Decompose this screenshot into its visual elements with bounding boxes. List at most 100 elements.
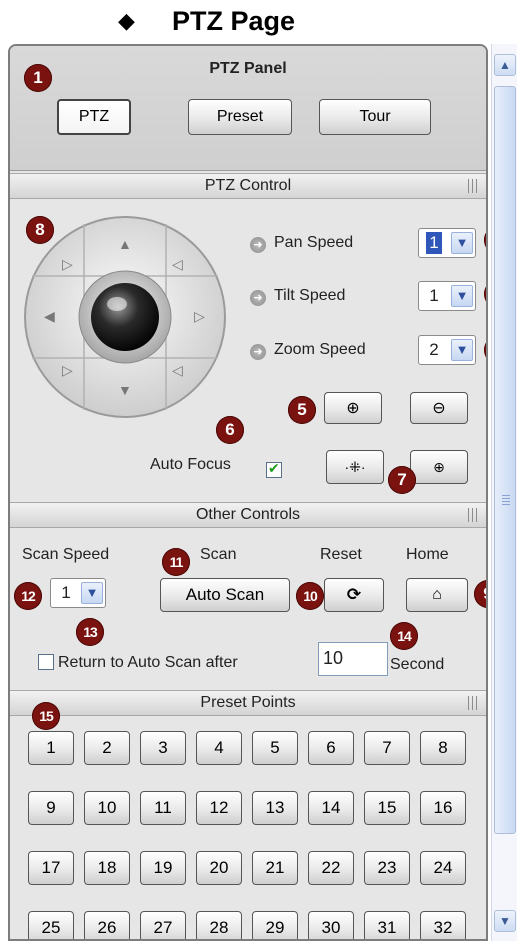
chevron-down-icon[interactable]: ▼ xyxy=(451,232,473,254)
auto-scan-button[interactable]: Auto Scan xyxy=(160,578,290,612)
tab-tour[interactable]: Tour xyxy=(319,99,431,135)
preset-point-button[interactable]: 25 xyxy=(28,911,74,939)
preset-point-button[interactable]: 13 xyxy=(252,791,298,825)
focus-far-icon: ⊕ xyxy=(433,458,445,475)
preset-point-button[interactable]: 10 xyxy=(84,791,130,825)
home-icon: ⌂ xyxy=(432,586,442,603)
callout-marker: 3 xyxy=(484,280,486,308)
collapse-grip-icon[interactable] xyxy=(468,508,480,522)
chevron-down-icon[interactable]: ▼ xyxy=(451,339,473,361)
focus-near-button[interactable]: ·⁜· xyxy=(326,450,384,484)
ptz-control-title: PTZ Control xyxy=(204,177,292,194)
zoom-speed-label: Zoom Speed xyxy=(274,341,366,358)
second-label: Second xyxy=(390,656,445,673)
zoom-out-button[interactable]: ⊖ xyxy=(410,392,468,424)
ptz-control-header[interactable]: PTZ Control xyxy=(10,173,486,199)
scroll-down-icon[interactable]: ▼ xyxy=(494,910,516,932)
scan-speed-value: 1 xyxy=(61,583,71,602)
reset-button[interactable]: ⟳ xyxy=(324,578,384,612)
preset-point-button[interactable]: 28 xyxy=(196,911,242,939)
callout-marker: 4 xyxy=(484,336,486,364)
tilt-speed-bullet-icon: ➜ xyxy=(250,290,266,306)
collapse-grip-icon[interactable] xyxy=(468,179,480,193)
pan-left-arrow-icon[interactable]: ◀ xyxy=(44,308,55,325)
reset-label: Reset xyxy=(320,546,362,563)
preset-point-button[interactable]: 15 xyxy=(364,791,410,825)
preset-point-button[interactable]: 26 xyxy=(84,911,130,939)
scrollbar-thumb[interactable] xyxy=(494,86,516,834)
preset-point-button[interactable]: 29 xyxy=(252,911,298,939)
callout-marker: 8 xyxy=(26,216,54,244)
chevron-down-icon[interactable]: ▼ xyxy=(81,582,103,604)
pan-up-left-arrow-icon[interactable]: ▷ xyxy=(62,256,73,273)
preset-point-button[interactable]: 27 xyxy=(140,911,186,939)
focus-far-button[interactable]: ⊕ xyxy=(410,450,468,484)
pan-speed-select[interactable]: 1 ▼ xyxy=(418,228,476,258)
home-button[interactable]: ⌂ xyxy=(406,578,468,612)
pan-right-arrow-icon[interactable]: ▷ xyxy=(194,308,205,325)
preset-point-button[interactable]: 16 xyxy=(420,791,466,825)
preset-point-button[interactable]: 31 xyxy=(364,911,410,939)
callout-marker: 15 xyxy=(32,702,60,730)
preset-point-button[interactable]: 23 xyxy=(364,851,410,885)
collapse-grip-icon[interactable] xyxy=(468,696,480,710)
preset-point-button[interactable]: 12 xyxy=(196,791,242,825)
preset-point-button[interactable]: 32 xyxy=(420,911,466,939)
auto-focus-label: Auto Focus xyxy=(150,456,231,473)
page-heading: ◆ PTZ Page xyxy=(0,0,519,44)
preset-point-button[interactable]: 8 xyxy=(420,731,466,765)
preset-point-button[interactable]: 6 xyxy=(308,731,354,765)
scroll-up-icon[interactable]: ▲ xyxy=(494,54,516,76)
pan-down-right-arrow-icon[interactable]: ◁ xyxy=(172,362,183,379)
focus-near-icon: ·⁜· xyxy=(344,458,366,475)
callout-marker: 11 xyxy=(162,548,190,576)
callout-marker: 14 xyxy=(390,622,418,650)
pan-speed-bullet-icon: ➜ xyxy=(250,237,266,253)
preset-point-button[interactable]: 11 xyxy=(140,791,186,825)
scan-speed-select[interactable]: 1 ▼ xyxy=(50,578,106,608)
preset-point-button[interactable]: 9 xyxy=(28,791,74,825)
preset-points-header[interactable]: Preset Points xyxy=(10,690,486,716)
other-controls-title: Other Controls xyxy=(195,506,301,523)
pan-up-right-arrow-icon[interactable]: ◁ xyxy=(172,256,183,273)
return-to-auto-scan-label: Return to Auto Scan after xyxy=(58,654,238,671)
zoom-speed-select[interactable]: 2 ▼ xyxy=(418,335,476,365)
vertical-scrollbar[interactable]: ▲ ▼ xyxy=(491,44,517,941)
zoom-out-icon: ⊖ xyxy=(432,400,446,417)
return-to-auto-scan-checkbox[interactable] xyxy=(38,654,54,670)
pan-down-arrow-icon[interactable]: ▼ xyxy=(118,382,132,398)
preset-point-button[interactable]: 18 xyxy=(84,851,130,885)
preset-point-button[interactable]: 14 xyxy=(308,791,354,825)
return-seconds-input[interactable]: 10 xyxy=(318,642,388,676)
zoom-in-button[interactable]: ⊕ xyxy=(324,392,382,424)
auto-focus-checkbox[interactable] xyxy=(266,460,282,478)
preset-point-button[interactable]: 20 xyxy=(196,851,242,885)
pan-down-left-arrow-icon[interactable]: ▷ xyxy=(62,362,73,379)
preset-point-button[interactable]: 19 xyxy=(140,851,186,885)
preset-point-button[interactable]: 22 xyxy=(308,851,354,885)
chevron-down-icon[interactable]: ▼ xyxy=(451,285,473,307)
callout-marker: 5 xyxy=(288,396,316,424)
preset-point-button[interactable]: 4 xyxy=(196,731,242,765)
tilt-speed-select[interactable]: 1 ▼ xyxy=(418,281,476,311)
preset-point-button[interactable]: 21 xyxy=(252,851,298,885)
preset-point-button[interactable]: 3 xyxy=(140,731,186,765)
zoom-speed-value: 2 xyxy=(429,340,439,359)
callout-marker: 7 xyxy=(388,466,416,494)
home-label: Home xyxy=(406,546,449,563)
preset-point-button[interactable]: 30 xyxy=(308,911,354,939)
zoom-in-icon: ⊕ xyxy=(346,400,360,417)
preset-point-button[interactable]: 2 xyxy=(84,731,130,765)
preset-point-button[interactable]: 24 xyxy=(420,851,466,885)
preset-point-button[interactable]: 17 xyxy=(28,851,74,885)
pan-up-arrow-icon[interactable]: ▲ xyxy=(118,236,132,252)
preset-points-title: Preset Points xyxy=(200,694,296,711)
refresh-icon: ⟳ xyxy=(346,585,362,604)
tab-preset[interactable]: Preset xyxy=(188,99,292,135)
other-controls-header[interactable]: Other Controls xyxy=(10,502,486,528)
preset-point-button[interactable]: 1 xyxy=(28,731,74,765)
tab-ptz[interactable]: PTZ xyxy=(57,99,131,135)
preset-point-button[interactable]: 7 xyxy=(364,731,410,765)
preset-point-button[interactable]: 5 xyxy=(252,731,298,765)
ptz-direction-pad[interactable]: ▲ ▼ ◀ ▷ ▷ ◁ ▷ ◁ xyxy=(22,214,228,420)
